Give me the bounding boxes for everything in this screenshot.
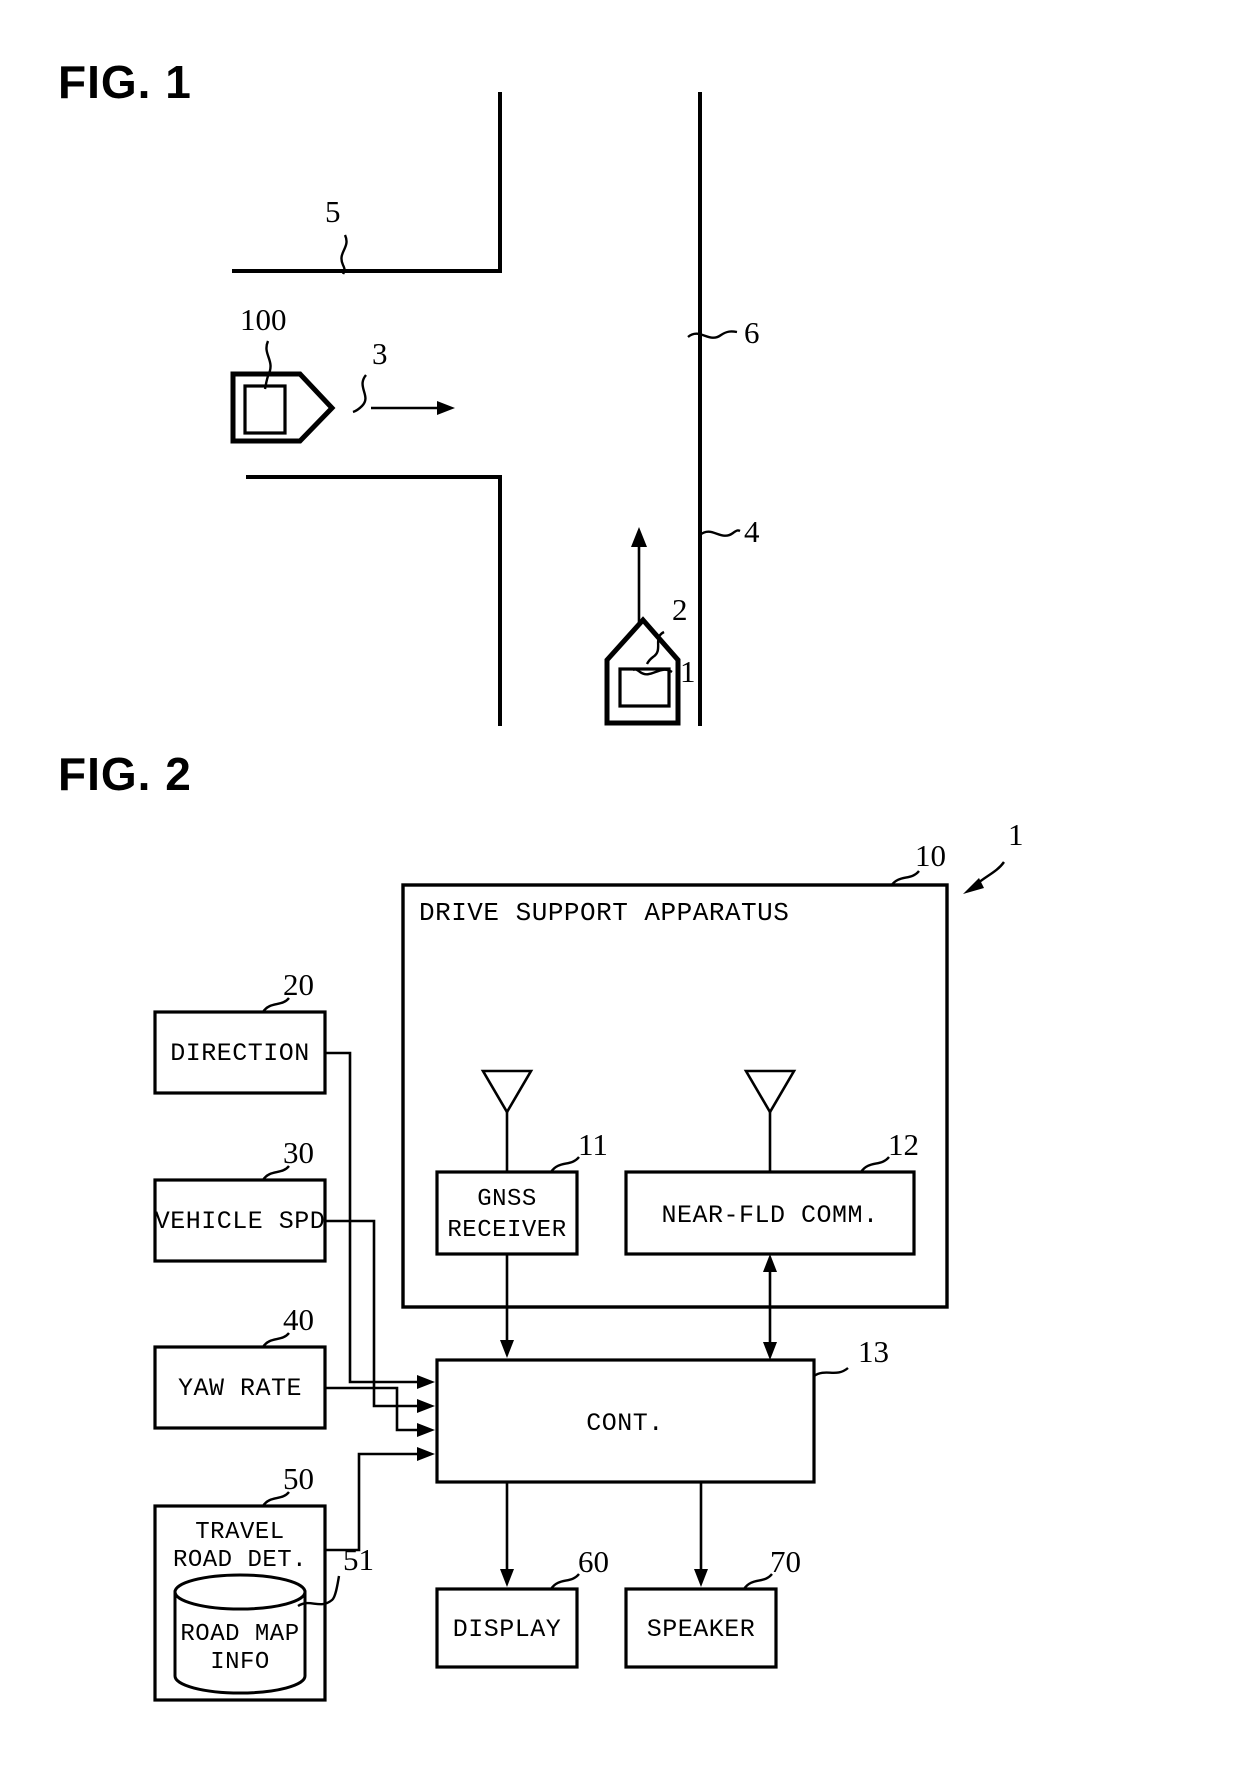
database-road-map-info-label-line2: INFO xyxy=(210,1649,270,1676)
ref-13-label: 13 xyxy=(858,1334,889,1369)
ref-1-label: 1 xyxy=(680,654,696,689)
block-controller-label: CONT. xyxy=(586,1409,664,1438)
connector-controller-to-speaker xyxy=(694,1482,708,1587)
ref-50-leader xyxy=(261,1491,290,1507)
gnss-antenna-icon xyxy=(480,1069,534,1172)
block-gnss-receiver-label-line1: GNSS xyxy=(477,1186,537,1213)
ref-11-leader xyxy=(550,1156,580,1173)
ref-12-label: 12 xyxy=(888,1127,919,1162)
block-travel-road-detection-label-line2: ROAD DET. xyxy=(173,1547,307,1574)
ref-3-leader xyxy=(352,374,367,414)
ref-6-label: 6 xyxy=(744,315,760,350)
ref-11-label: 11 xyxy=(578,1127,608,1162)
ref-40-leader xyxy=(261,1332,290,1348)
drive-support-apparatus-title: DRIVE SUPPORT APPARATUS xyxy=(419,898,789,928)
block-direction-label: DIRECTION xyxy=(170,1039,310,1068)
drawing-canvas: FIG. 1 5 6 4 100 3 2 1 FIG. 2 1 DRIVE SU… xyxy=(58,56,1024,1702)
ref-60-leader xyxy=(550,1573,580,1590)
figure-1-title: FIG. 1 xyxy=(58,56,192,108)
block-display-label: DISPLAY xyxy=(453,1615,562,1644)
figure-1: FIG. 1 5 6 4 100 3 2 1 xyxy=(58,56,760,726)
system-ref-1-arrow xyxy=(963,861,1005,894)
database-road-map-info: ROAD MAP INFO xyxy=(173,1573,307,1695)
road-upper-left-corner xyxy=(232,92,502,273)
ref-30-leader xyxy=(261,1165,290,1181)
ref-100-label: 100 xyxy=(240,302,287,337)
figure-2-title: FIG. 2 xyxy=(58,748,192,800)
patent-drawing-sheet: FIG. 1 5 6 4 100 3 2 1 FIG. 2 1 DRIVE SU… xyxy=(0,0,1240,1784)
ref-30-label: 30 xyxy=(283,1135,314,1170)
ref-2-label: 2 xyxy=(672,592,688,627)
block-gnss-receiver-label-line2: RECEIVER xyxy=(447,1217,566,1244)
crossing-vehicle-onboard-unit xyxy=(243,384,287,435)
ref-4-label: 4 xyxy=(744,514,760,549)
connector-yaw-rate-to-controller xyxy=(325,1386,435,1437)
road-lower-left-corner xyxy=(246,475,502,726)
block-travel-road-detection-label-line1: TRAVEL xyxy=(195,1519,284,1546)
figure-2: FIG. 2 1 DRIVE SUPPORT APPARATUS 10 DIRE… xyxy=(58,748,1024,1702)
crossing-vehicle-direction-arrow xyxy=(371,401,455,415)
near-field-comm-antenna-icon xyxy=(743,1069,797,1172)
ref-5-leader xyxy=(340,234,348,275)
block-near-field-comm-label: NEAR-FLD COMM. xyxy=(661,1201,878,1230)
ref-70-leader xyxy=(743,1573,773,1590)
ref-70-label: 70 xyxy=(770,1544,801,1579)
block-speaker-label: SPEAKER xyxy=(647,1615,756,1644)
connector-controller-to-display xyxy=(500,1482,514,1587)
ref-60-label: 60 xyxy=(578,1544,609,1579)
database-road-map-info-label-line1: ROAD MAP xyxy=(180,1621,299,1648)
block-vehicle-speed-label: VEHICLE SPD xyxy=(155,1207,326,1236)
ref-3-label: 3 xyxy=(372,336,388,371)
connector-travel-road-detection-to-controller xyxy=(325,1447,435,1552)
block-yaw-rate-label: YAW RATE xyxy=(178,1374,302,1403)
ref-20-label: 20 xyxy=(283,967,314,1002)
ref-4-leader xyxy=(699,529,741,537)
ref-12-leader xyxy=(860,1156,890,1173)
ref-5-label: 5 xyxy=(325,194,341,229)
ref-50-label: 50 xyxy=(283,1461,314,1496)
ref-20-leader xyxy=(261,997,290,1013)
ref-13-leader xyxy=(813,1367,849,1378)
system-ref-1-label: 1 xyxy=(1008,817,1024,852)
ref-6-leader xyxy=(687,330,738,339)
ref-10-label: 10 xyxy=(915,838,946,873)
ref-40-label: 40 xyxy=(283,1302,314,1337)
